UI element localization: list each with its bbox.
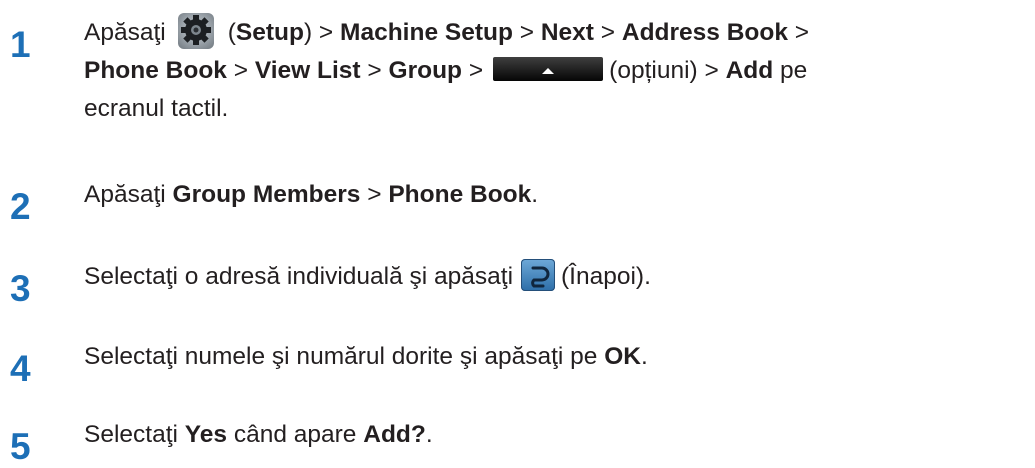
back-arrow-icon — [521, 258, 556, 291]
step-number: 5 — [10, 426, 31, 467]
step-text: Apăsaţi Group Members > Phone Book. — [84, 181, 539, 208]
step-text: Selectaţi numele şi numărul dorite şi ap… — [84, 343, 648, 370]
step-text: Selectaţi Yes când apare Add?. — [84, 421, 433, 448]
step-number: 1 — [10, 24, 31, 65]
step-number: 3 — [10, 268, 31, 309]
step-number: 2 — [10, 186, 31, 227]
step-text: Apăsaţi (Setup) > Machine Setup > Next > … — [84, 12, 1029, 128]
step-number: 4 — [10, 348, 31, 389]
step-text: Selectaţi o adresă individuală şi apăsaţ… — [84, 258, 1029, 296]
options-button-icon — [493, 56, 604, 81]
gear-icon — [177, 12, 214, 49]
